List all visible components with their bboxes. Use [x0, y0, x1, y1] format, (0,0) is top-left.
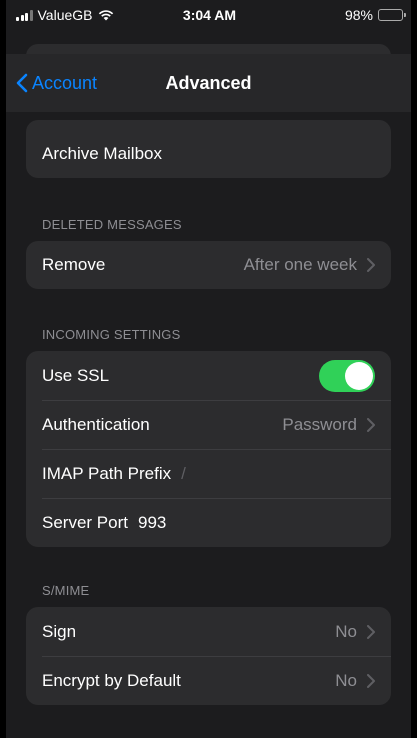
- server-port-field[interactable]: 993: [138, 513, 166, 533]
- deleted-messages-header: DELETED MESSAGES: [42, 217, 182, 232]
- chevron-right-icon: [367, 417, 375, 432]
- page-title: Advanced: [165, 72, 252, 93]
- encrypt-by-default-value: No: [335, 670, 357, 690]
- cellular-signal-icon: [16, 9, 33, 21]
- encrypt-by-default-row[interactable]: Encrypt by Default No: [26, 656, 391, 705]
- archive-mailbox-label: Archive Mailbox: [42, 143, 162, 163]
- status-bar: ValueGB 3:04 AM 98%: [0, 0, 417, 30]
- status-right: 98%: [263, 7, 406, 23]
- sign-value-group: No: [335, 622, 375, 642]
- archive-card: Archive Mailbox: [26, 120, 391, 178]
- remove-value: After one week: [243, 255, 357, 274]
- chevron-left-icon: [16, 73, 28, 93]
- encrypt-by-default-label: Encrypt by Default: [42, 670, 181, 690]
- left-edge: [0, 0, 6, 738]
- battery-icon: [377, 9, 406, 21]
- sign-row[interactable]: Sign No: [26, 607, 391, 656]
- use-ssl-toggle[interactable]: [319, 359, 375, 392]
- sign-label: Sign: [42, 621, 77, 641]
- incoming-settings-card: Use SSL Authentication Password IMAP Pat…: [26, 351, 391, 547]
- use-ssl-row: Use SSL: [26, 351, 391, 400]
- smime-header: S/MIME: [42, 583, 90, 598]
- server-port-label: Server Port: [42, 512, 128, 532]
- archive-mailbox-row[interactable]: Archive Mailbox: [26, 120, 391, 178]
- toggle-knob: [345, 361, 373, 390]
- chevron-right-icon: [367, 673, 375, 688]
- status-left: ValueGB: [16, 7, 156, 23]
- deleted-messages-card: Remove After one week: [26, 241, 391, 289]
- carrier-name: ValueGB: [37, 7, 93, 23]
- screen: ValueGB 3:04 AM 98% Archive Mailbox DELE…: [0, 0, 417, 738]
- smime-card: Sign No Encrypt by Default No: [26, 607, 391, 705]
- incoming-settings-header: INCOMING SETTINGS: [42, 327, 181, 342]
- server-port-row[interactable]: Server Port 993: [26, 498, 391, 547]
- back-button[interactable]: Account: [16, 54, 97, 112]
- wifi-icon: [98, 10, 113, 21]
- imap-path-prefix-label: IMAP Path Prefix: [42, 463, 172, 483]
- chevron-right-icon: [367, 258, 375, 272]
- right-edge: [411, 0, 417, 738]
- status-time: 3:04 AM: [182, 7, 237, 23]
- battery-percent: 98%: [344, 7, 373, 23]
- authentication-value-group: Password: [282, 415, 375, 435]
- back-button-label: Account: [32, 72, 98, 93]
- authentication-row[interactable]: Authentication Password: [26, 400, 391, 449]
- chevron-right-icon: [367, 624, 375, 639]
- use-ssl-label: Use SSL: [42, 365, 110, 385]
- imap-path-prefix-row[interactable]: IMAP Path Prefix /: [26, 449, 391, 498]
- authentication-label: Authentication: [42, 414, 150, 434]
- remove-row[interactable]: Remove After one week: [26, 241, 391, 289]
- imap-path-prefix-field[interactable]: /: [181, 464, 186, 484]
- remove-value-group: After one week: [244, 255, 375, 275]
- sign-value: No: [335, 621, 357, 641]
- navigation-bar: Account Advanced: [6, 54, 411, 112]
- remove-label: Remove: [42, 255, 106, 274]
- authentication-value: Password: [282, 414, 357, 434]
- encrypt-value-group: No: [335, 671, 375, 691]
